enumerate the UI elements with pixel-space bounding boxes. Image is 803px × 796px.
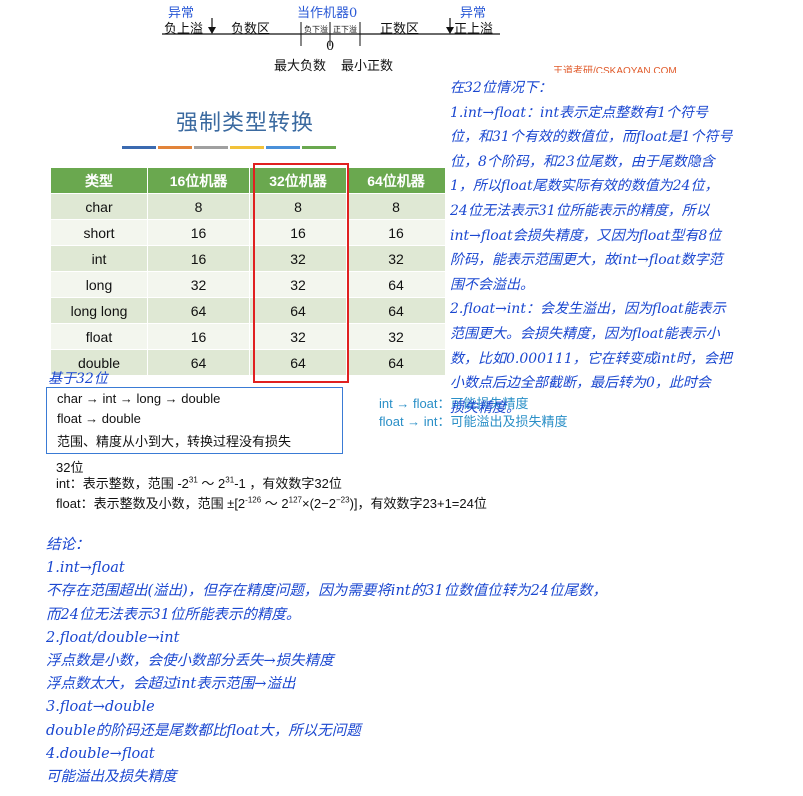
table-row: char 8 8 8 xyxy=(50,193,446,220)
table-cell: char xyxy=(50,193,148,220)
table-cell: 64 xyxy=(147,297,250,324)
table-cell: 64 xyxy=(147,349,250,376)
table-header-cell: 64位机器 xyxy=(346,167,446,194)
pos-area-label: 正数区 xyxy=(380,22,420,37)
info-float-exp: -126 xyxy=(245,495,262,505)
note-line: 范围更大。会损失精度，因为float能表示小 xyxy=(450,325,720,342)
table-header-row: 类型 16位机器 32位机器 64位机器 xyxy=(50,167,446,194)
note-line: 1，所以float尾数实际有效的数值为24位， xyxy=(450,178,719,195)
note-line: 围不会溢出。 xyxy=(450,276,534,293)
pos-underflow-label: 正下溢 xyxy=(333,25,357,34)
info-float-exp: 127 xyxy=(288,495,303,505)
note-line: 24位无法表示31位所能表示的精度，所以 xyxy=(450,202,710,219)
note-line: 位，8个阶码，和23位尾数，由于尾数隐含 xyxy=(450,153,715,170)
type-size-table: 类型 16位机器 32位机器 64位机器 char 8 8 8 short 16… xyxy=(50,167,446,376)
note-line: int→float会损失精度，又因为float型有8位 xyxy=(450,227,722,244)
table-cell: 16 xyxy=(147,245,250,272)
table-cell: 8 xyxy=(147,193,250,220)
table-cell: 16 xyxy=(147,323,250,350)
machine-zero-label: 当作机器0 xyxy=(297,6,358,21)
info-int-line: int：表示整数，范围 -231 ～ 231-1 ，有效数字32位 xyxy=(56,473,342,492)
note-based-on-32bit: 基于32位 xyxy=(48,371,108,387)
table-cell: 16 xyxy=(147,219,250,246)
info-int-text: int：表示整数，范围 -2 xyxy=(56,476,189,491)
box-line: 范围、精度从小到大，转换过程没有损失 xyxy=(57,434,292,449)
note-line: 1.int→float：int表示定点整数有1个符号 xyxy=(450,104,708,121)
number-line-diagram: 异常 负上溢 负数区 当作机器0 负下溢 正下溢 正数区 异常 正上溢 0 最大… xyxy=(0,0,520,75)
table-cell: 64 xyxy=(346,271,446,298)
table-row: long long 64 64 64 xyxy=(50,297,446,324)
table-row: long 32 32 64 xyxy=(50,271,446,298)
note-line: 小数点后边全部截断，最后转为0，此时会 xyxy=(450,375,711,392)
neg-underflow-label: 负下溢 xyxy=(304,25,328,34)
info-float-text: ×(2−2 xyxy=(302,496,336,511)
info-float-line: float：表示整数及小数，范围 ±[2-126 ～ 2127×(2−2−23)… xyxy=(56,493,487,512)
conclusion-line: 浮点数太大，会超过int表示范围→溢出 xyxy=(46,676,296,693)
pos-overflow-label: 正上溢 xyxy=(454,22,494,37)
table-cell: 32 xyxy=(346,245,446,272)
table-cell: 64 xyxy=(346,349,446,376)
min-positive-label: 最小正数 xyxy=(341,59,394,74)
table-header-cell: 类型 xyxy=(50,167,148,194)
conclusion-line: 浮点数是小数，会使小数部分丢失→损失精度 xyxy=(46,653,334,670)
conclusion-line: 结论： xyxy=(46,537,90,553)
table-header-cell: 16位机器 xyxy=(147,167,250,194)
table-row: double 64 64 64 xyxy=(50,349,446,376)
conclusion-line: 1.int→float xyxy=(46,560,125,577)
info-int-text: -1 ，有效数字32位 xyxy=(234,476,342,491)
conclusion-line: 可能溢出及损失精度 xyxy=(46,769,177,786)
table-cell: 32 xyxy=(346,323,446,350)
highlight-32bit-column xyxy=(253,163,349,383)
table-cell: 8 xyxy=(346,193,446,220)
info-float-exp: −23 xyxy=(336,495,350,505)
box-line: float → double xyxy=(57,411,141,426)
conclusion-line: 4.double→float xyxy=(46,745,155,762)
number-line-axis xyxy=(162,18,500,46)
info-float-text: )]，有效数字23+1=24位 xyxy=(349,496,487,511)
handwritten-notes-bottom: 结论： 1.int→float 不存在范围超出(溢出)，但存在精度问题，因为需要… xyxy=(46,534,607,789)
info-int-exp: 31 xyxy=(188,475,198,485)
table-row: float 16 32 32 xyxy=(50,323,446,350)
watermark-text: 王道考研/CSKAOYAN.COM xyxy=(553,66,677,73)
note-line: 损失精度。 xyxy=(450,399,520,416)
note-line: 位，和31个有效的数值位，而float是1个符号 xyxy=(450,129,733,146)
info-float-text: ～ 2 xyxy=(261,496,289,511)
note-line: 阶码，能表示范围更大，故int→float数字范 xyxy=(450,252,723,269)
box-line: char → int → long → double xyxy=(57,391,221,406)
info-float-text: float：表示整数及小数，范围 ±[2 xyxy=(56,496,246,511)
conclusion-line: 3.float→double xyxy=(46,699,155,716)
table-cell: long long xyxy=(50,297,148,324)
conclusion-line: double的阶码还是尾数都比float大，所以无问题 xyxy=(46,722,361,739)
zero-label: 0 xyxy=(326,39,335,54)
neg-area-label: 负数区 xyxy=(231,22,271,37)
note-line: 2.float→int：会发生溢出，因为float能表示 xyxy=(450,301,726,318)
conclusion-line: 不存在范围超出(溢出)，但存在精度问题，因为需要将int的31位数值位转为24位… xyxy=(46,583,608,600)
conclusion-line: 2.float/double→int xyxy=(46,629,180,646)
note-line: 数，比如0.000111，它在转变成int时，会把 xyxy=(450,350,732,367)
table-cell: short xyxy=(50,219,148,246)
conclusion-line: 而24位无法表示31位所能表示的精度。 xyxy=(46,606,301,623)
table-row: short 16 16 16 xyxy=(50,219,446,246)
table-cell: 64 xyxy=(346,297,446,324)
color-bar-segment xyxy=(230,146,264,149)
table-cell: 32 xyxy=(147,271,250,298)
color-bar-segment xyxy=(266,146,300,149)
color-bar-segment xyxy=(122,146,156,149)
handwritten-notes-right: 在32位情况下： 1.int→float：int表示定点整数有1个符号 位，和3… xyxy=(450,76,732,420)
table-cell: float xyxy=(50,323,148,350)
table-cell: 16 xyxy=(346,219,446,246)
table-cell: long xyxy=(50,271,148,298)
color-bar-segment xyxy=(194,146,228,149)
table-row: int 16 32 32 xyxy=(50,245,446,272)
info-int-exp: 31 xyxy=(225,475,235,485)
widening-conversion-box: char → int → long → double float → doubl… xyxy=(46,387,343,454)
note-line: 在32位情况下： xyxy=(450,80,552,96)
color-bar-segment xyxy=(302,146,336,149)
color-bar-segment xyxy=(158,146,192,149)
info-int-text: ～ 2 xyxy=(197,476,226,491)
table-cell: int xyxy=(50,245,148,272)
max-negative-label: 最大负数 xyxy=(274,59,327,74)
neg-overflow-label: 负上溢 xyxy=(164,22,204,37)
page-title: 强制类型转换 xyxy=(176,111,315,136)
